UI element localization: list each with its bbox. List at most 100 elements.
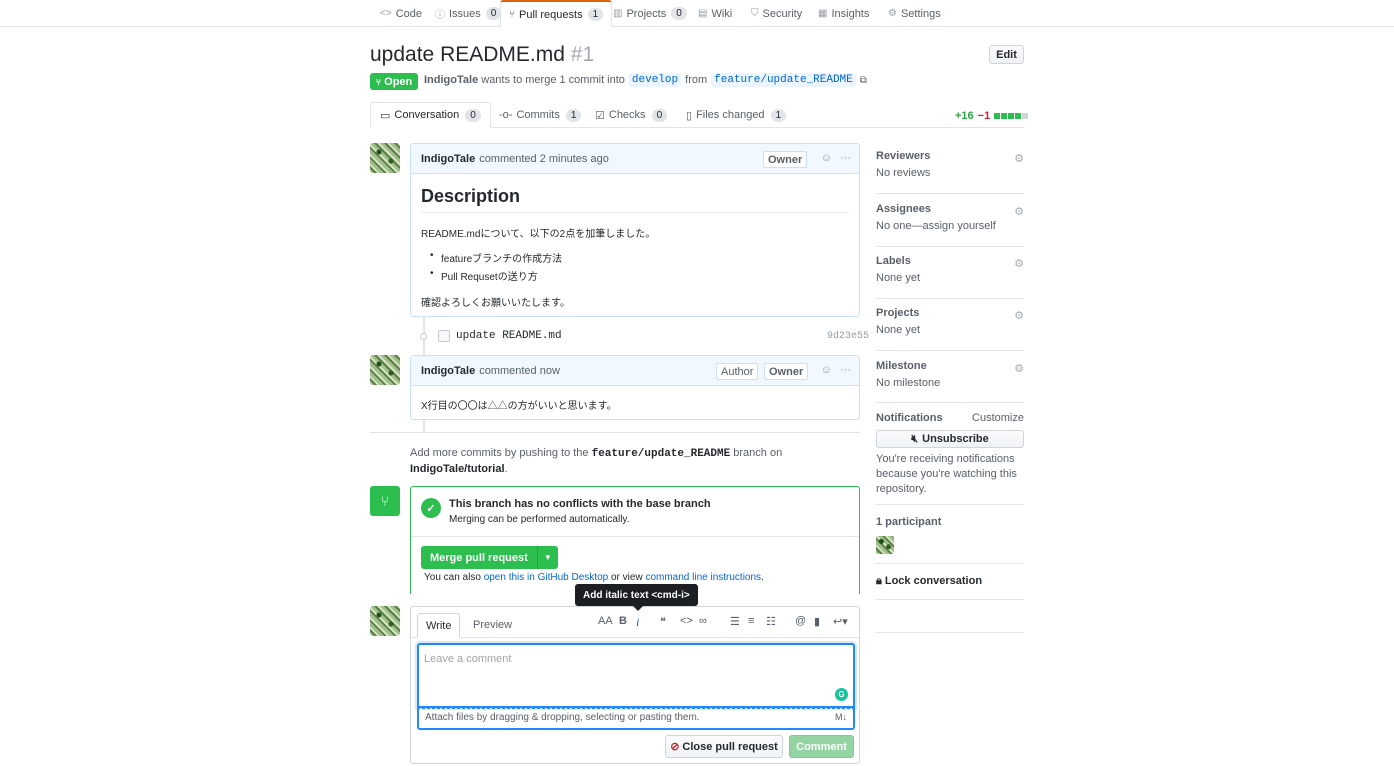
reaction-icon[interactable]: ☺ — [821, 364, 832, 376]
repo-tab-insights[interactable]: ▦ Insights — [810, 0, 877, 27]
description-heading: Description — [421, 186, 521, 206]
sidebar-heading[interactable]: Assignees — [876, 203, 1024, 215]
italic-icon[interactable]: i — [636, 615, 639, 630]
note-repo[interactable]: IndigoTale/tutorial — [410, 463, 505, 475]
state-badge: ⑂ Open — [370, 73, 418, 90]
heading-icon[interactable]: AA — [598, 615, 613, 627]
gear-icon[interactable]: ⚙ — [1014, 152, 1024, 165]
gear-icon: ⚙ — [888, 8, 897, 19]
sidebar-heading[interactable]: Reviewers — [876, 150, 1024, 162]
comment-placeholder: Leave a comment — [424, 653, 512, 665]
comment-textarea[interactable]: Leave a comment G — [417, 643, 855, 708]
quote-icon[interactable]: ❝ — [660, 615, 666, 628]
gear-icon[interactable]: ⚙ — [1014, 309, 1024, 322]
sidebar-labels: Labels ⚙ None yet — [876, 255, 1024, 299]
preview-tab[interactable]: Preview — [465, 613, 520, 637]
notification-reason: You're receiving notifications because y… — [876, 453, 1017, 495]
customize-link[interactable]: Customize — [972, 412, 1024, 424]
comment-author[interactable]: IndigoTale — [421, 365, 475, 377]
head-branch[interactable]: feature/update_README — [711, 73, 856, 87]
command-line-link[interactable]: command line instructions — [645, 572, 761, 583]
timeline-divider — [370, 432, 860, 433]
merge-box: ✓ This branch has no conflicts with the … — [410, 486, 860, 594]
base-branch[interactable]: develop — [628, 73, 682, 87]
repo-tab-code[interactable]: <> Code — [372, 0, 430, 27]
github-desktop-link[interactable]: open this in GitHub Desktop — [484, 572, 609, 583]
code-icon[interactable]: <> — [680, 615, 693, 627]
sidebar-projects: Projects ⚙ None yet — [876, 307, 1024, 351]
mute-icon: 🔇︎ — [911, 432, 919, 445]
avatar[interactable] — [370, 143, 400, 173]
commit-icon: -o- — [499, 109, 513, 121]
task-list-icon[interactable]: ☷ — [766, 615, 776, 628]
tab-commits[interactable]: -o- Commits 1 — [490, 102, 590, 128]
repo-tab-wiki[interactable]: ▤ Wiki — [690, 0, 740, 27]
push-note: Add more commits by pushing to the featu… — [410, 447, 783, 475]
gear-icon[interactable]: ⚙ — [1014, 257, 1024, 270]
comment-timestamp[interactable]: commented 2 minutes ago — [479, 153, 609, 165]
pr-title: update README.md #1 — [370, 43, 595, 66]
sidebar-divider — [876, 632, 1024, 633]
comment-button[interactable]: Comment — [789, 735, 854, 758]
grammarly-icon[interactable]: G — [835, 688, 848, 701]
note-branch: feature/update_README — [591, 448, 731, 460]
pull-request-icon: ⑂ — [375, 76, 382, 87]
comment-timestamp[interactable]: commented now — [479, 365, 560, 377]
commit-sha[interactable]: 9d23e55 — [827, 331, 869, 342]
merge-pull-request-button[interactable]: Merge pull request ▼ — [421, 546, 558, 569]
attach-files-area[interactable]: Attach files by dragging & dropping, sel… — [417, 708, 855, 730]
commit-message[interactable]: update README.md — [456, 330, 562, 342]
italic-tooltip: Add italic text <cmd-i> — [575, 584, 698, 611]
sidebar-value[interactable]: No one—assign yourself — [876, 220, 1024, 232]
repo-tab-issues[interactable]: ⓘ Issues 0 — [427, 0, 509, 27]
merge-status-title: This branch has no conflicts with the ba… — [449, 498, 711, 510]
tab-checks[interactable]: ☑ Checks 0 — [586, 102, 676, 128]
markdown-icon[interactable]: M↓ — [835, 712, 847, 722]
tab-files-changed[interactable]: ▯ Files changed 1 — [677, 102, 795, 128]
sidebar-milestone: Milestone ⚙ No milestone — [876, 360, 1024, 403]
gear-icon[interactable]: ⚙ — [1014, 205, 1024, 218]
repo-tab-pull-requests[interactable]: ⑂ Pull requests 1 — [500, 0, 613, 28]
check-icon: ✓ — [421, 498, 441, 518]
diffstat-deletions: −1 — [977, 110, 991, 122]
repo-tab-settings[interactable]: ⚙ Settings — [880, 0, 949, 27]
sidebar-heading[interactable]: Labels — [876, 255, 1024, 267]
pr-meta: IndigoTale wants to merge 1 commit into … — [424, 73, 867, 87]
reply-icon[interactable]: ↩▾ — [833, 615, 848, 628]
more-icon[interactable]: ··· — [840, 364, 851, 376]
link-icon[interactable]: ∞ — [699, 615, 707, 627]
sidebar-heading[interactable]: Milestone — [876, 360, 1024, 372]
tab-conversation[interactable]: ▭ Conversation 0 — [370, 102, 491, 128]
mention-icon[interactable]: @ — [795, 615, 806, 627]
chevron-down-icon[interactable]: ▼ — [538, 546, 558, 569]
reaction-icon[interactable]: ☺ — [821, 152, 832, 164]
pr-author-link[interactable]: IndigoTale — [424, 74, 478, 86]
sidebar-heading[interactable]: Projects — [876, 307, 1024, 319]
unsubscribe-button[interactable]: 🔇︎ Unsubscribe — [876, 430, 1024, 448]
commit-dot — [420, 333, 427, 340]
edit-button[interactable]: Edit — [989, 45, 1024, 64]
comment-author[interactable]: IndigoTale — [421, 153, 475, 165]
repo-tab-projects[interactable]: ▥ Projects 0 — [605, 0, 695, 27]
owner-badge: Owner — [763, 151, 808, 168]
write-tab[interactable]: Write — [417, 613, 461, 638]
lock-conversation-link[interactable]: 🔒︎ Lock conversation — [876, 575, 1024, 588]
description-outro: 確認よろしくお願いいたします。 — [421, 298, 570, 309]
more-icon[interactable]: ··· — [840, 152, 851, 164]
bulleted-list-icon[interactable]: ☰ — [730, 615, 740, 628]
repo-tab-security[interactable]: ⛉ Security — [743, 0, 810, 27]
bold-icon[interactable]: B — [619, 615, 627, 627]
checklist-icon: ☑ — [595, 109, 605, 122]
diffstat: +16 −1 — [955, 110, 1029, 122]
pull-request-icon: ⑂ — [509, 9, 515, 20]
gear-icon[interactable]: ⚙ — [1014, 362, 1024, 375]
merge-alternatives: You can also open this in GitHub Desktop… — [424, 572, 764, 583]
numbered-list-icon[interactable]: ≡ — [748, 615, 754, 627]
owner-badge: Owner — [764, 363, 809, 380]
bookmark-icon[interactable]: ▮ — [814, 615, 820, 628]
clipboard-icon[interactable]: ⧉ — [860, 75, 867, 86]
shield-icon: ⛉ — [751, 8, 759, 19]
participant-avatar[interactable] — [876, 536, 894, 554]
avatar[interactable] — [370, 355, 400, 385]
close-pull-request-button[interactable]: ⊘ Close pull request — [665, 735, 783, 758]
